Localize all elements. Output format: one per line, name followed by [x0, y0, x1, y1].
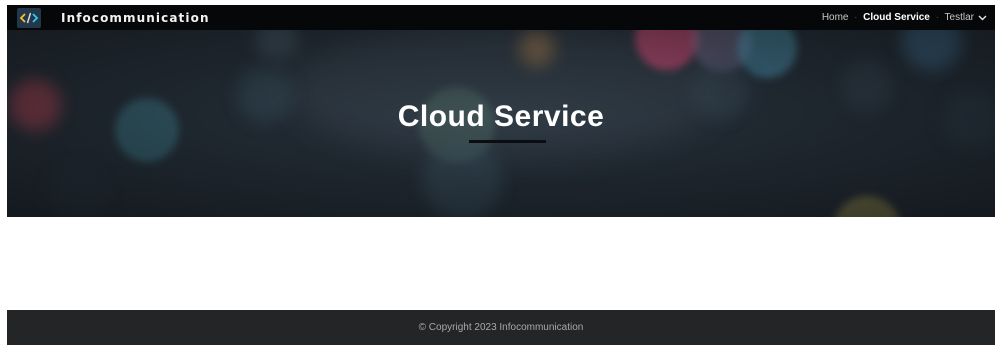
chevron-down-icon[interactable]: [978, 15, 987, 21]
nav-separator: ·: [854, 13, 858, 22]
copyright-text: © Copyright 2023 Infocommunication: [418, 322, 584, 333]
top-navbar: Infocommunication Home · Cloud Service ·…: [7, 5, 995, 30]
main-nav: Home · Cloud Service · Testlar: [822, 12, 987, 23]
main-content: [7, 217, 995, 310]
nav-home[interactable]: Home: [822, 12, 849, 23]
hero-banner: Cloud Service: [7, 30, 995, 217]
nav-separator: ·: [935, 13, 939, 22]
site-logo[interactable]: [17, 7, 41, 28]
code-tag-icon: [19, 12, 39, 23]
title-underline: [469, 140, 546, 143]
footer: © Copyright 2023 Infocommunication: [7, 310, 995, 345]
nav-cloud-service[interactable]: Cloud Service: [863, 12, 930, 23]
brand-name[interactable]: Infocommunication: [61, 11, 210, 25]
page-title: Cloud Service: [397, 100, 605, 133]
page: Infocommunication Home · Cloud Service ·…: [0, 0, 995, 345]
nav-testlar-dropdown[interactable]: Testlar: [945, 12, 974, 23]
